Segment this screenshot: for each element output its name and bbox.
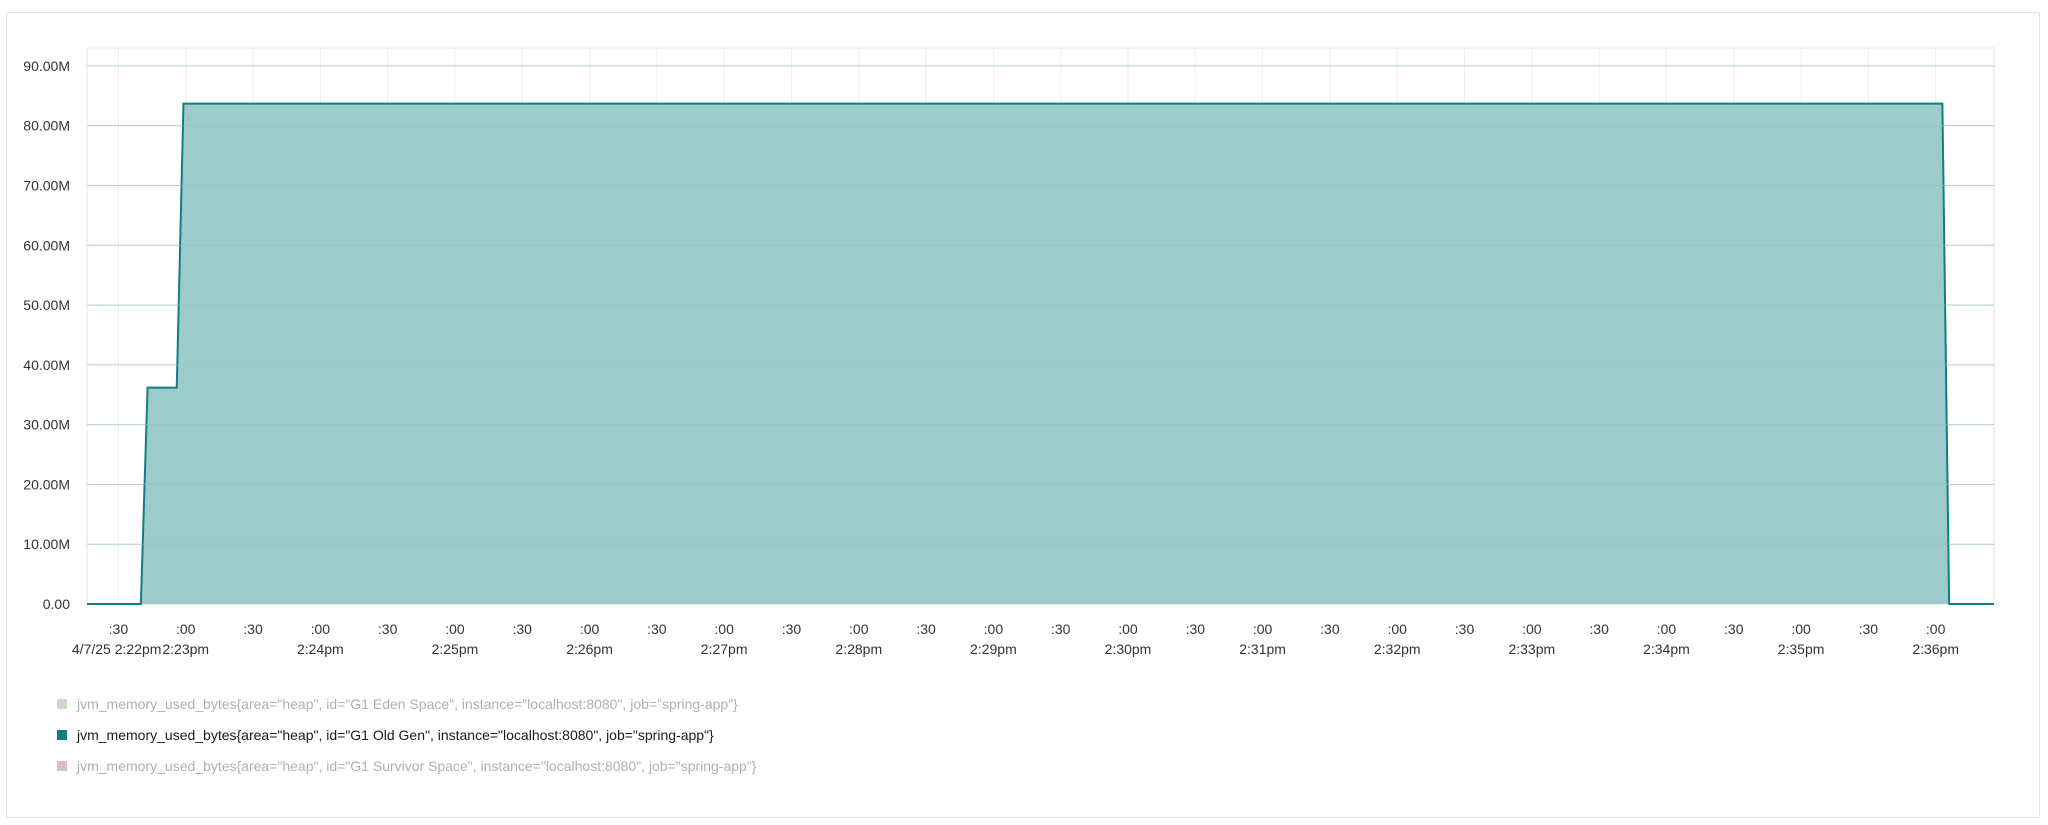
legend-item-old-gen[interactable]: jvm_memory_used_bytes{area="heap", id="G… <box>57 719 757 750</box>
x-tick-label: :30 <box>1320 621 1340 637</box>
x-tick-date-label: 2:30pm <box>1105 641 1152 657</box>
x-tick-date-label: 2:32pm <box>1374 641 1421 657</box>
x-tick-label: :30 <box>1724 621 1744 637</box>
legend-label-survivor-space: jvm_memory_used_bytes{area="heap", id="G… <box>77 757 757 774</box>
x-tick-label: :30 <box>378 621 398 637</box>
y-tick-label: 60.00M <box>23 237 70 253</box>
x-tick-label: :30 <box>109 621 129 637</box>
y-tick-label: 20.00M <box>23 476 70 492</box>
x-tick-label: :30 <box>782 621 802 637</box>
x-tick-label: :30 <box>916 621 936 637</box>
x-tick-date-label: 2:27pm <box>701 641 748 657</box>
x-tick-label: :30 <box>1455 621 1475 637</box>
x-tick-label: :30 <box>243 621 263 637</box>
x-tick-date-label: 2:24pm <box>297 641 344 657</box>
x-tick-label: :00 <box>714 621 734 637</box>
x-tick-label: :00 <box>580 621 600 637</box>
x-tick-label: :30 <box>1859 621 1879 637</box>
legend-swatch-eden-icon <box>57 698 67 709</box>
y-tick-label: 90.00M <box>23 58 70 74</box>
x-tick-date-label: 4/7/25 2:22pm <box>72 641 162 657</box>
y-tick-label: 70.00M <box>23 178 70 194</box>
y-tick-label: 40.00M <box>23 357 70 373</box>
x-tick-label: :00 <box>849 621 869 637</box>
x-tick-label: :00 <box>1522 621 1542 637</box>
legend-swatch-survivor-icon <box>57 760 67 771</box>
x-tick-label: :30 <box>1589 621 1609 637</box>
x-tick-date-label: 2:33pm <box>1508 641 1555 657</box>
x-tick-label: :00 <box>984 621 1004 637</box>
legend-swatch-old-gen-icon <box>57 729 67 740</box>
y-tick-label: 10.00M <box>23 536 70 552</box>
x-tick-date-label: 2:25pm <box>432 641 479 657</box>
x-tick-date-label: 2:34pm <box>1643 641 1690 657</box>
x-tick-date-label: 2:36pm <box>1912 641 1959 657</box>
x-tick-label: :00 <box>176 621 196 637</box>
x-tick-date-label: 2:26pm <box>566 641 613 657</box>
y-tick-label: 50.00M <box>23 297 70 313</box>
x-tick-date-label: 2:29pm <box>970 641 1017 657</box>
legend-item-survivor-space[interactable]: jvm_memory_used_bytes{area="heap", id="G… <box>57 750 757 781</box>
x-tick-label: :00 <box>1791 621 1811 637</box>
x-tick-date-label: 2:28pm <box>835 641 882 657</box>
x-tick-label: :00 <box>445 621 465 637</box>
x-tick-label: :00 <box>1926 621 1946 637</box>
x-tick-label: :00 <box>311 621 331 637</box>
x-tick-label: :30 <box>1186 621 1206 637</box>
x-tick-label: :30 <box>513 621 533 637</box>
x-tick-date-label: 2:31pm <box>1239 641 1286 657</box>
legend-item-eden-space[interactable]: jvm_memory_used_bytes{area="heap", id="G… <box>57 688 757 719</box>
legend: jvm_memory_used_bytes{area="heap", id="G… <box>57 688 757 781</box>
x-tick-label: :30 <box>647 621 667 637</box>
y-tick-label: 30.00M <box>23 417 70 433</box>
series-area-old-gen <box>87 103 1994 604</box>
x-tick-date-label: 2:23pm <box>162 641 209 657</box>
y-tick-label: 0.00 <box>43 596 70 612</box>
x-tick-label: :00 <box>1118 621 1138 637</box>
x-tick-label: :30 <box>1051 621 1071 637</box>
x-tick-label: :00 <box>1387 621 1407 637</box>
x-tick-label: :00 <box>1657 621 1677 637</box>
legend-label-old-gen: jvm_memory_used_bytes{area="heap", id="G… <box>77 726 714 743</box>
legend-label-eden-space: jvm_memory_used_bytes{area="heap", id="G… <box>77 695 738 712</box>
x-tick-date-label: 2:35pm <box>1778 641 1825 657</box>
y-tick-label: 80.00M <box>23 118 70 134</box>
x-tick-label: :00 <box>1253 621 1273 637</box>
